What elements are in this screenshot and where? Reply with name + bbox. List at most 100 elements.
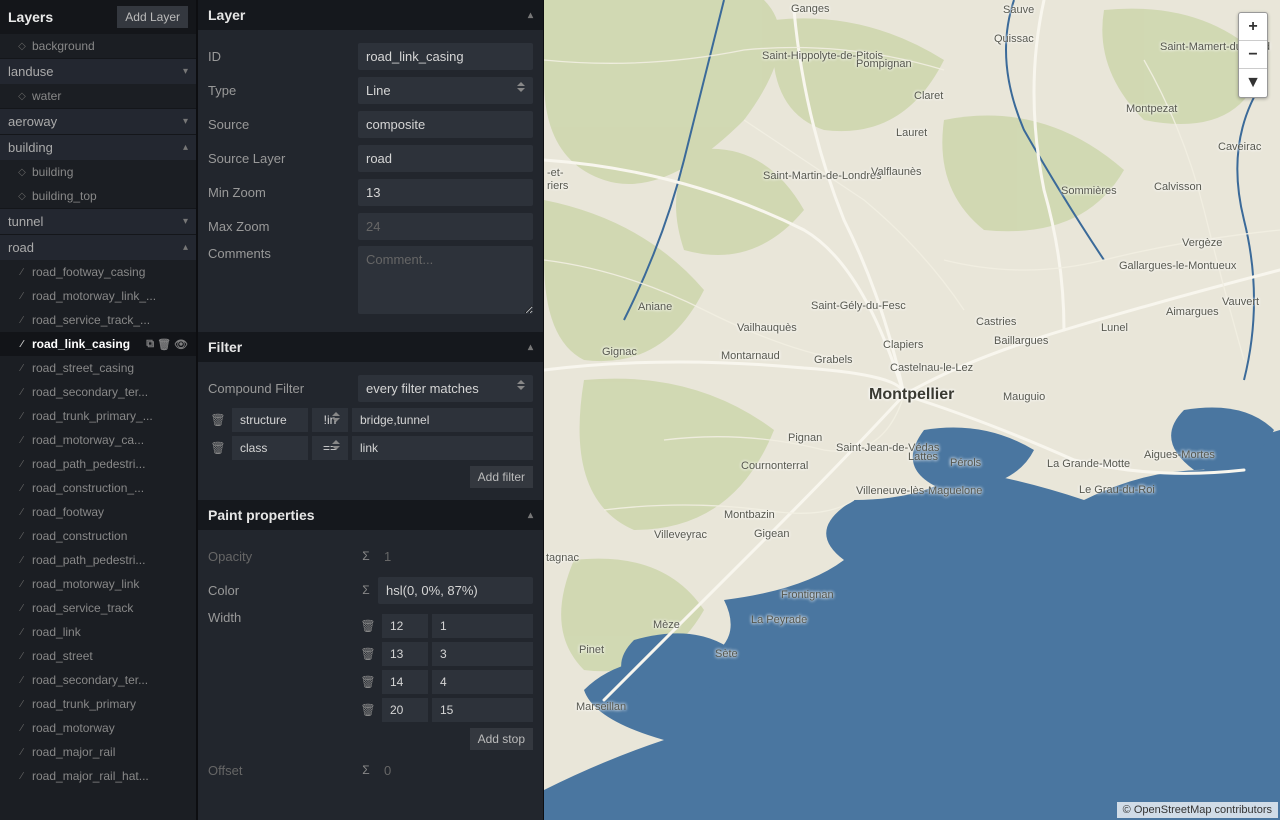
layer-item[interactable]: ∕road_motorway_ca... [0,428,196,452]
stop-value-input[interactable]: 4 [432,670,533,694]
layer-type-icon: ∕ [16,579,28,590]
map-panel[interactable]: GangesSauveQuissacSaint-Mamert-du-GardSa… [544,0,1280,820]
compound-filter-select[interactable]: every filter matches [358,375,533,402]
layer-item[interactable]: ∕road_motorway_link [0,572,196,596]
trash-icon[interactable]: 🗑 [358,675,378,689]
trash-icon[interactable]: 🗑 [208,441,228,455]
compass-button[interactable]: ▼ [1239,69,1267,97]
zoom-in-button[interactable]: + [1239,13,1267,41]
section-header-filter[interactable]: Filter ▴ [198,332,543,362]
section-header-layer[interactable]: Layer ▴ [198,0,543,30]
color-input[interactable]: hsl(0, 0%, 87%) [378,577,533,604]
type-select[interactable]: Line [358,77,533,104]
max-zoom-input[interactable]: 24 [358,213,533,240]
offset-input[interactable]: 0 [378,763,533,778]
layer-name: road_service_track_... [32,313,188,327]
layer-item[interactable]: ∕road_secondary_ter... [0,668,196,692]
chevron-up-icon: ▴ [183,242,188,253]
stop-value-input[interactable]: 3 [432,642,533,666]
source-input[interactable]: composite [358,111,533,138]
layer-name: road_trunk_primary [32,697,188,711]
layer-item[interactable]: ∕road_street_casing [0,356,196,380]
layer-name: building_top [32,189,188,203]
opacity-input[interactable]: 1 [378,549,533,564]
stop-zoom-input[interactable]: 14 [382,670,428,694]
layer-item[interactable]: ∕road_trunk_primary [0,692,196,716]
width-stop-row: 🗑 2015 [358,698,533,722]
layer-item[interactable]: ∕road_footway_casing [0,260,196,284]
width-stop-row: 🗑 121 [358,614,533,638]
comments-textarea[interactable] [358,246,533,314]
layer-item[interactable]: ◇water [0,84,196,108]
layer-item[interactable]: ∕road_secondary_ter... [0,380,196,404]
layer-item[interactable]: ◇building [0,160,196,184]
width-stop-row: 🗑 133 [358,642,533,666]
layer-group-building[interactable]: building▴ [0,134,196,160]
layer-item[interactable]: ∕road_trunk_primary_... [0,404,196,428]
layer-item[interactable]: ◇building_top [0,184,196,208]
stop-zoom-input[interactable]: 13 [382,642,428,666]
collapse-icon: ▴ [528,342,533,353]
layer-item[interactable]: ∕road_service_track_... [0,308,196,332]
layer-name: road_link_casing [32,337,146,351]
stop-zoom-input[interactable]: 12 [382,614,428,638]
id-input[interactable]: road_link_casing [358,43,533,70]
filter-value-input[interactable]: bridge,tunnel [352,408,533,432]
layer-item[interactable]: ∕road_path_pedestri... [0,548,196,572]
layer-name: road_street [32,649,188,663]
sigma-icon[interactable]: Σ [358,549,374,563]
zoom-out-button[interactable]: − [1239,41,1267,69]
source-layer-input[interactable]: road [358,145,533,172]
group-label: road [8,240,34,255]
layer-group-road[interactable]: road ▴ [0,234,196,260]
layer-name: road_link [32,625,188,639]
layer-item[interactable]: ∕road_construction_... [0,476,196,500]
layer-type-icon: ∕ [16,555,28,566]
stop-value-input[interactable]: 15 [432,698,533,722]
layer-tree[interactable]: ◇backgroundlanduse▾◇wateraeroway▾buildin… [0,34,196,820]
layer-item[interactable]: ∕road_service_track [0,596,196,620]
width-label: Width [208,610,358,625]
trash-icon[interactable]: 🗑 [358,647,378,661]
filter-op-select[interactable]: !in [312,408,348,432]
layer-item[interactable]: ∕road_motorway [0,716,196,740]
filter-key-input[interactable]: class [232,436,308,460]
layer-name: road_secondary_ter... [32,385,188,399]
trash-icon[interactable]: 🗑 [208,413,228,427]
add-filter-button[interactable]: Add filter [470,466,533,488]
layer-name: road_street_casing [32,361,188,375]
layer-item[interactable]: ∕road_major_rail_hat... [0,764,196,788]
layer-item[interactable]: ∕road_link [0,620,196,644]
filter-key-input[interactable]: structure [232,408,308,432]
min-zoom-input[interactable]: 13 [358,179,533,206]
trash-icon[interactable]: 🗑 [157,338,171,351]
layer-item[interactable]: ◇background [0,34,196,58]
filter-op-select[interactable]: == [312,436,348,460]
layer-item[interactable]: ∕road_construction [0,524,196,548]
trash-icon[interactable]: 🗑 [358,703,378,717]
add-stop-button[interactable]: Add stop [470,728,533,750]
layer-item[interactable]: ∕road_link_casing⧉🗑👁 [0,332,196,356]
layer-type-icon: ∕ [16,267,28,278]
layer-group-landuse[interactable]: landuse▾ [0,58,196,84]
layer-group-tunnel[interactable]: tunnel▾ [0,208,196,234]
duplicate-icon[interactable]: ⧉ [146,338,154,351]
add-layer-button[interactable]: Add Layer [117,6,188,28]
layer-item[interactable]: ∕road_major_rail [0,740,196,764]
sigma-icon[interactable]: Σ [358,583,374,597]
source-label: Source [208,117,358,132]
trash-icon[interactable]: 🗑 [358,619,378,633]
layer-item[interactable]: ∕road_path_pedestri... [0,452,196,476]
layer-item[interactable]: ∕road_footway [0,500,196,524]
layer-item[interactable]: ∕road_street [0,644,196,668]
stop-value-input[interactable]: 1 [432,614,533,638]
section-title-filter: Filter [208,339,242,355]
layer-name: road_construction [32,529,188,543]
layer-item[interactable]: ∕road_motorway_link_... [0,284,196,308]
filter-value-input[interactable]: link [352,436,533,460]
visibility-icon[interactable]: 👁 [174,338,188,351]
stop-zoom-input[interactable]: 20 [382,698,428,722]
sigma-icon[interactable]: Σ [358,763,374,777]
section-header-paint[interactable]: Paint properties ▴ [198,500,543,530]
layer-group-aeroway[interactable]: aeroway▾ [0,108,196,134]
